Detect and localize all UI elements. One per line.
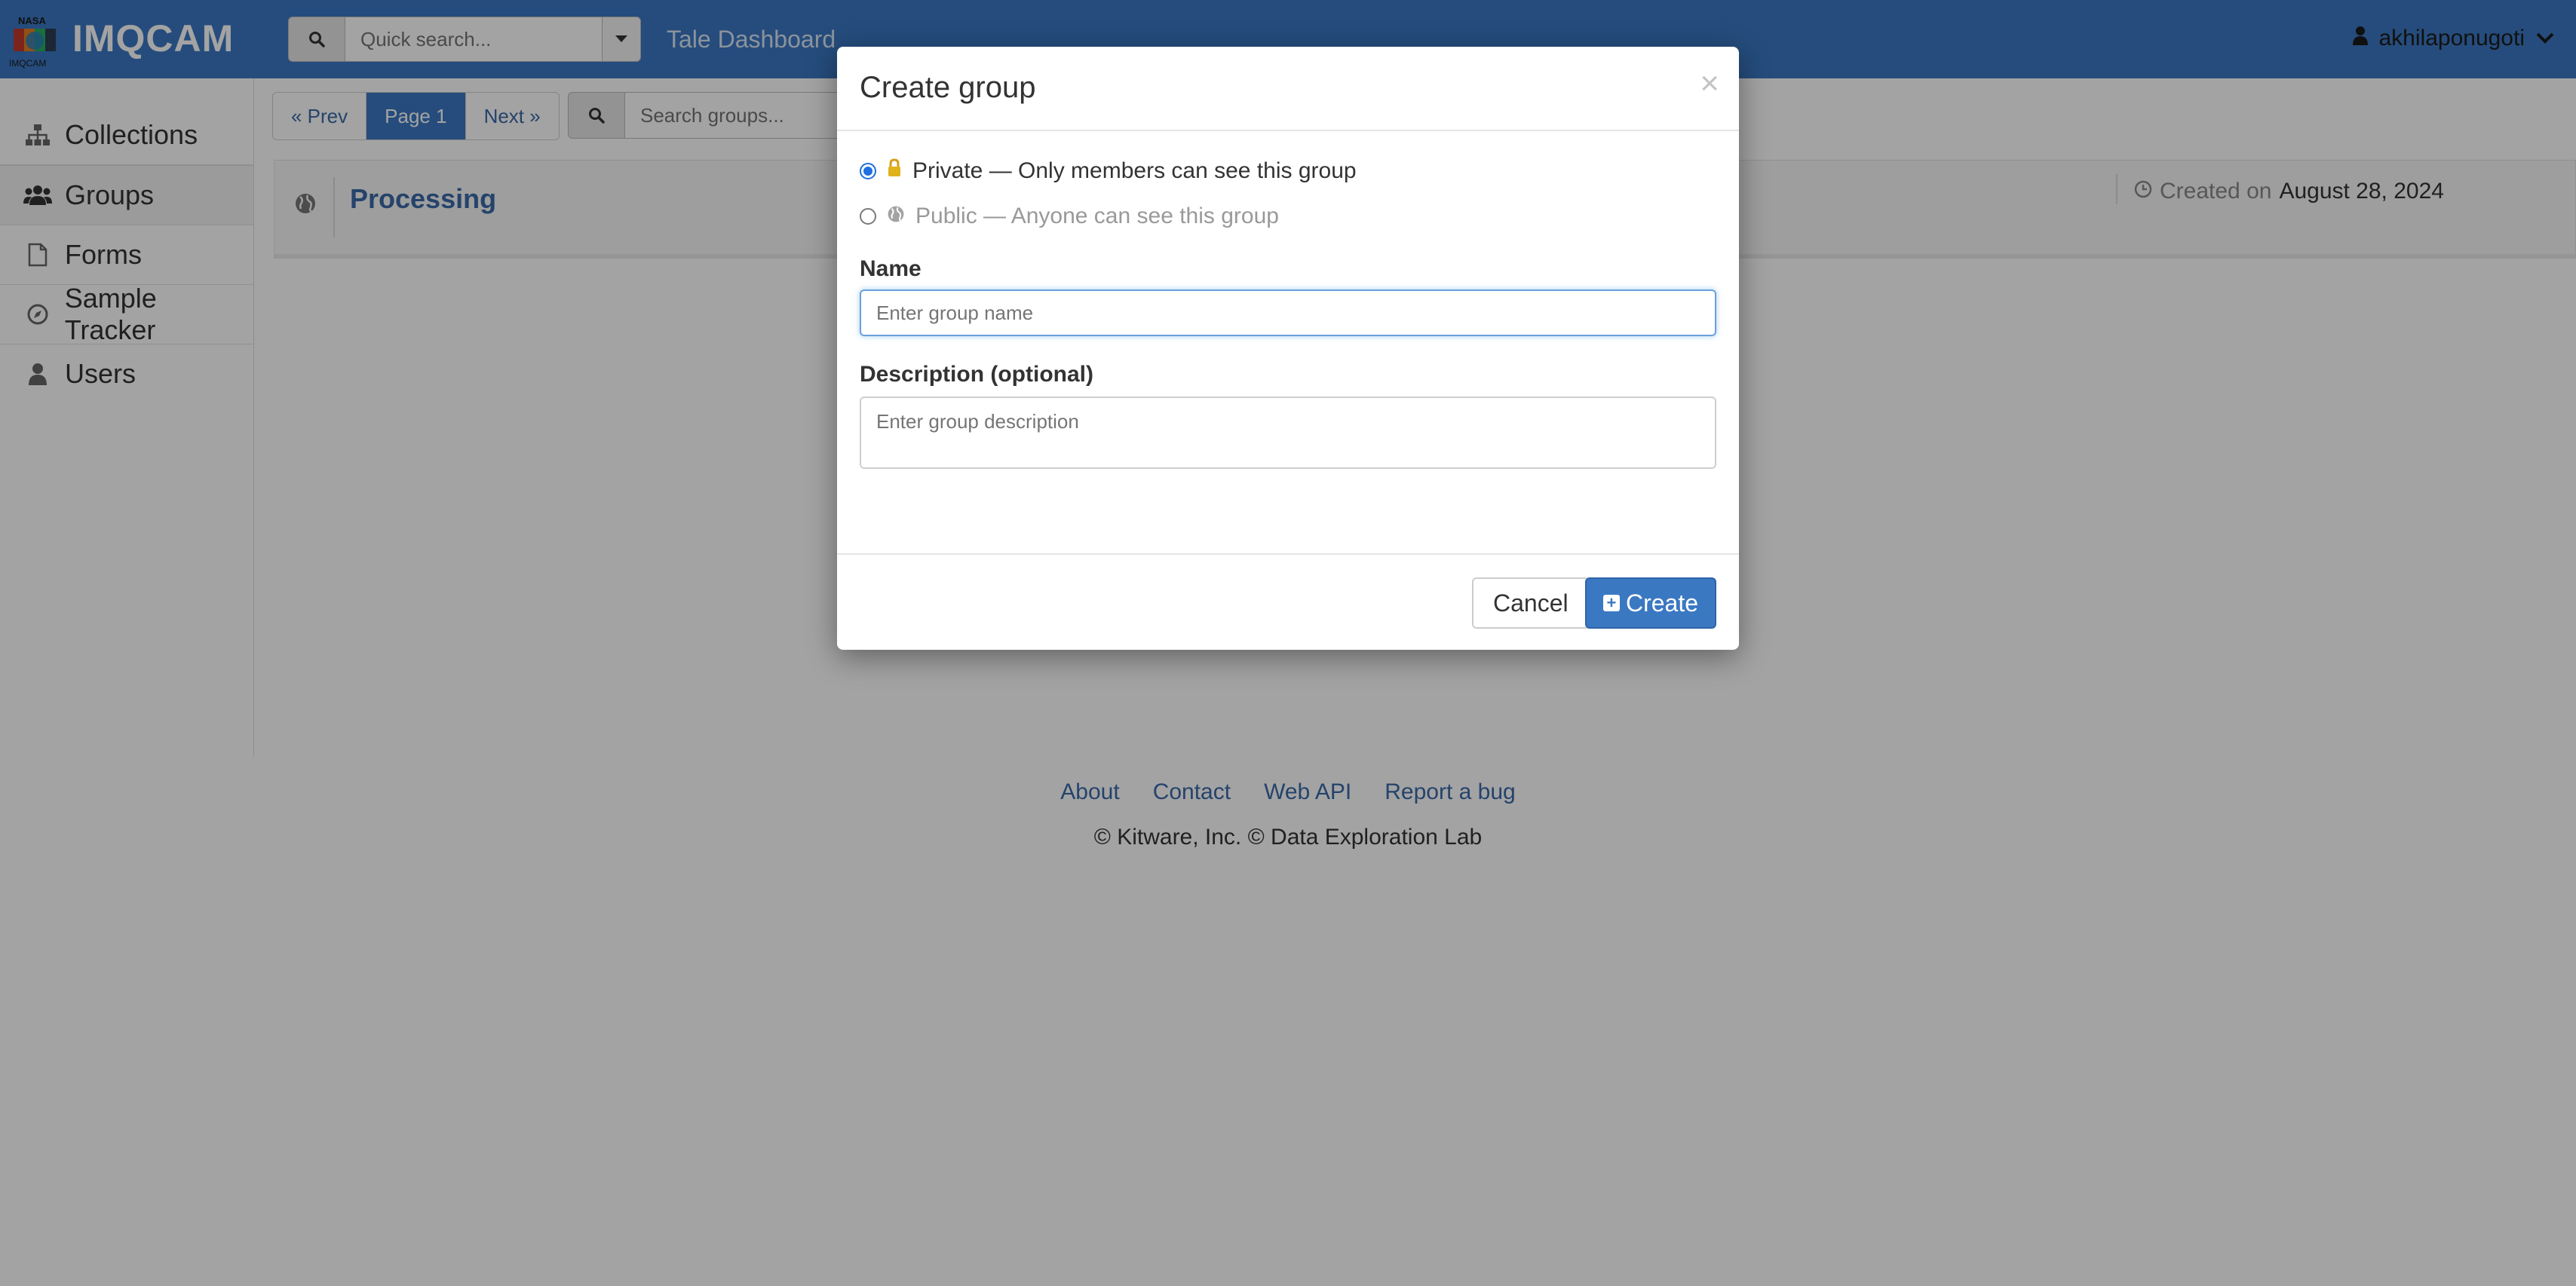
modal-title: Create group [860,71,1036,104]
modal-footer: Cancel + Create [837,553,1739,651]
public-label: Public — Anyone can see this group [915,204,1279,228]
private-radio[interactable] [860,163,876,179]
name-label: Name [860,256,922,281]
group-description-input[interactable] [860,397,1716,469]
close-icon[interactable]: × [1700,65,1719,103]
globe-icon [887,204,905,229]
private-option[interactable]: Private — Only members can see this grou… [860,158,1357,184]
private-label: Private — Only members can see this grou… [912,158,1357,183]
group-name-input[interactable] [860,289,1716,336]
create-button-label: Create [1625,589,1699,617]
public-radio[interactable] [860,208,876,225]
create-button[interactable]: + Create [1585,577,1716,629]
description-label: Description (optional) [860,362,1093,387]
lock-icon [887,158,902,184]
create-group-dialog: Create group × Private — Only members ca… [837,47,1739,650]
modal-header: Create group × [837,47,1739,131]
public-option[interactable]: Public — Anyone can see this group [860,204,1279,229]
plus-square-icon: + [1602,595,1620,611]
cancel-button[interactable]: Cancel [1472,577,1590,629]
